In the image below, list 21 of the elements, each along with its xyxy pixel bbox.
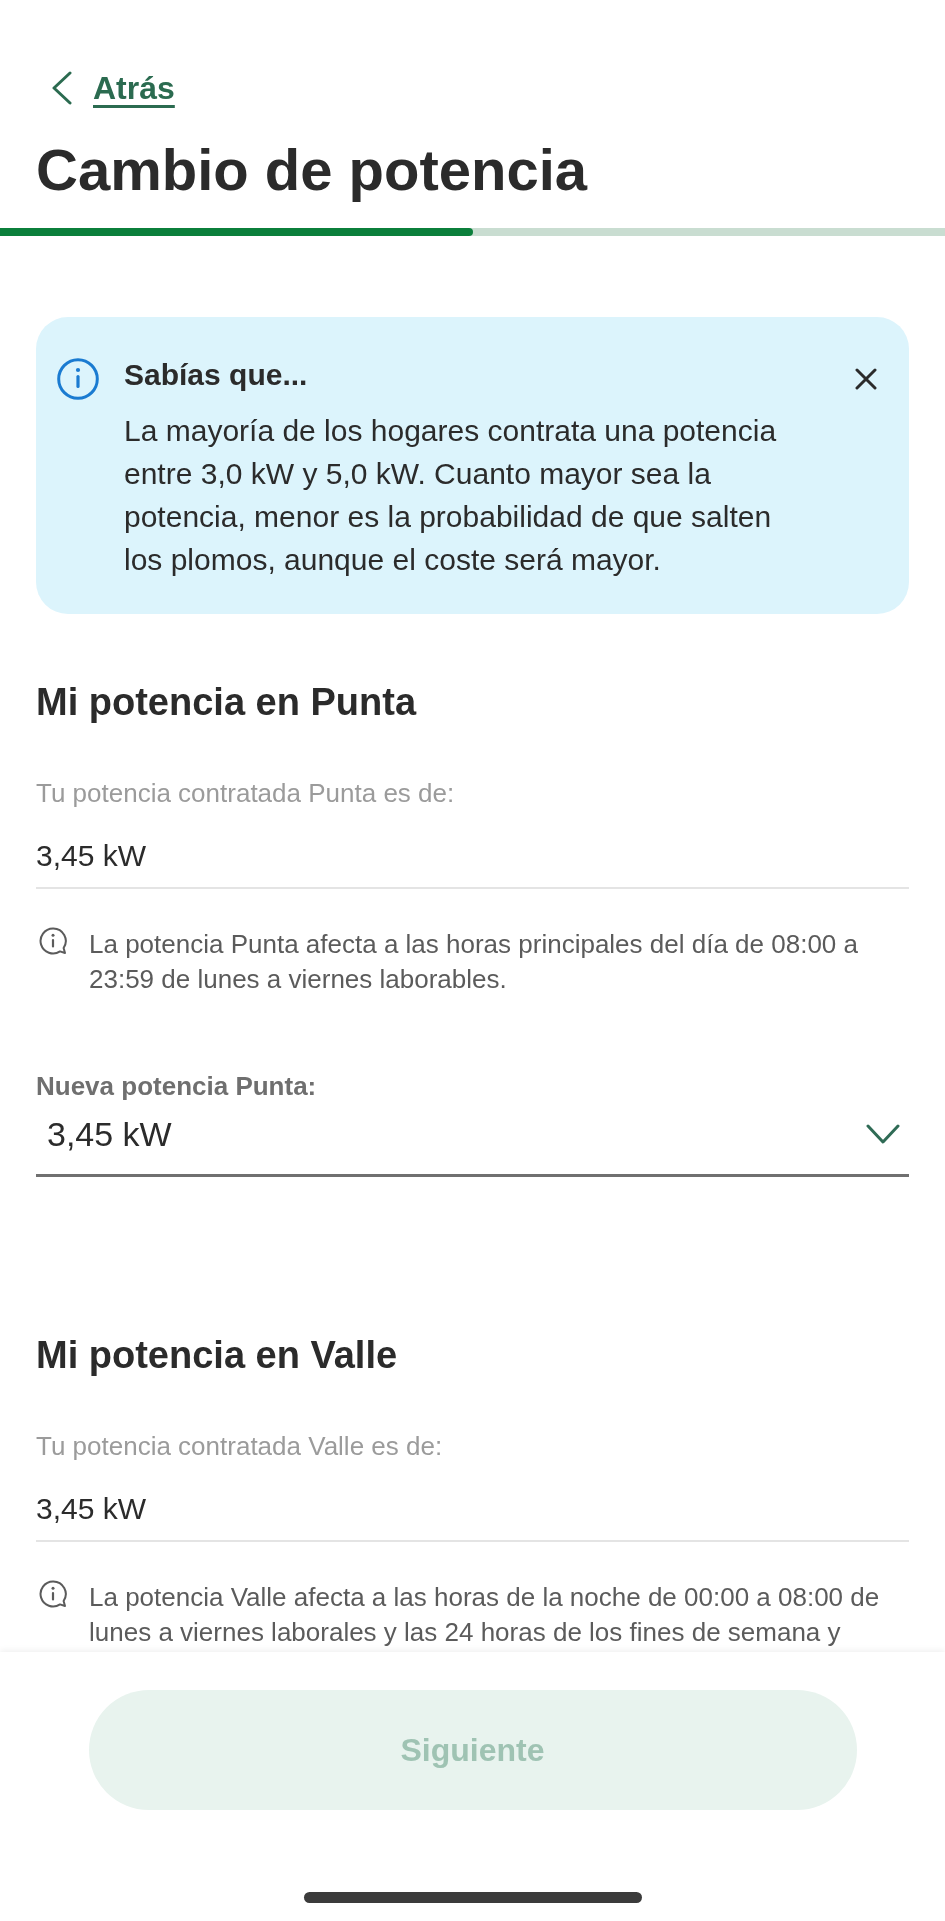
close-icon [855, 368, 877, 390]
info-icon [39, 927, 67, 955]
chevron-down-icon [866, 1124, 900, 1144]
current-power-value: 3,45 kW [36, 1491, 148, 1527]
back-link[interactable]: Atrás [51, 70, 175, 106]
power-select[interactable]: 3,45 kW [36, 1114, 909, 1177]
section-heading: Mi potencia en Punta [36, 680, 418, 725]
info-icon [57, 358, 99, 400]
power-note: La potencia Valle afecta a las horas de la noche de 00:00 a 08:00 de lunes a viernes laborales y las 24 horas de los fines de semana y [89, 1581, 881, 1649]
close-button[interactable] [855, 368, 877, 390]
current-power-value: 3,45 kW [36, 838, 148, 874]
power-note: La potencia Punta afecta a las horas principales del día de 08:00 a 23:59 de lunes a viernes laborables. [89, 928, 859, 996]
select-label: Nueva potencia Punta: [36, 1070, 318, 1103]
current-power-label: Tu potencia contratada Punta es de: [36, 777, 456, 810]
chevron-left-icon [51, 71, 73, 105]
banner-title: Sabías que... [124, 357, 309, 393]
info-icon [39, 1580, 67, 1608]
page-title: Cambio de potencia [36, 136, 588, 204]
section-heading: Mi potencia en Valle [36, 1333, 399, 1378]
banner-text: La mayoría de los hogares contrata una potencia entre 3,0 kW y 5,0 kW. Cuanto mayor sea la potencia, menor es la probabilidad de que salten los plomos, aunque el coste será mayor. [124, 413, 778, 578]
current-power-label: Tu potencia contratada Valle es de: [36, 1430, 444, 1463]
